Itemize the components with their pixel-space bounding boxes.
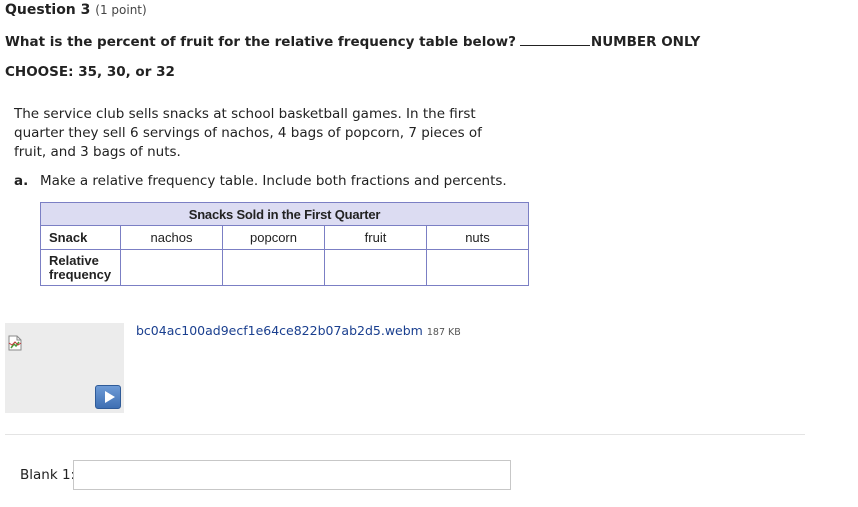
problem-statement: The service club sells snacks at school …	[14, 106, 482, 160]
row-header-line1: Relative	[49, 252, 99, 268]
cell-nuts: nuts	[426, 225, 529, 250]
cell-popcorn: popcorn	[222, 225, 325, 250]
broken-image-icon	[8, 335, 22, 351]
cell-popcorn-frequency	[222, 249, 325, 286]
part-a-text: Make a relative frequency table. Include…	[40, 173, 507, 189]
question-header: Question 3 (1 point)	[5, 2, 147, 18]
table-row-relative-frequency: Relative frequency	[40, 249, 529, 286]
attachment-filename[interactable]: bc04ac100ad9ecf1e64ce822b07ab2d5.webm	[136, 323, 423, 338]
prompt-blank-line	[519, 33, 590, 46]
row-header-snack: Snack	[40, 225, 121, 250]
cell-fruit-frequency	[324, 249, 427, 286]
question-title: Question 3	[5, 2, 91, 18]
prompt-suffix: NUMBER ONLY	[590, 34, 701, 50]
relative-frequency-table: Snacks Sold in the First Quarter Snack n…	[40, 202, 529, 286]
video-player[interactable]	[5, 323, 124, 413]
cell-nuts-frequency	[426, 249, 529, 286]
table-row-snack: Snack nachos popcorn fruit nuts	[40, 225, 529, 250]
part-a-letter: a.	[14, 173, 29, 189]
question-points: (1 point)	[95, 3, 147, 17]
row-header-line2: frequency	[49, 266, 112, 282]
blank-1-input[interactable]	[73, 460, 511, 490]
cell-nachos-frequency	[120, 249, 223, 286]
cell-nachos: nachos	[120, 225, 223, 250]
attachment-size: 187 KB	[426, 327, 461, 338]
row-header-relative-frequency: Relative frequency	[40, 249, 121, 286]
table-caption: Snacks Sold in the First Quarter	[40, 202, 529, 226]
choose-options: CHOOSE: 35, 30, or 32	[5, 64, 175, 80]
divider	[5, 434, 805, 435]
prompt-text: What is the percent of fruit for the rel…	[5, 34, 516, 50]
blank-label: Blank 1:	[20, 467, 76, 483]
play-icon[interactable]	[95, 385, 121, 409]
cell-fruit: fruit	[324, 225, 427, 250]
question-prompt: What is the percent of fruit for the rel…	[5, 33, 700, 50]
part-a: a. Make a relative frequency table. Inclu…	[14, 173, 507, 189]
attachment-link[interactable]: bc04ac100ad9ecf1e64ce822b07ab2d5.webm 187…	[136, 323, 461, 338]
